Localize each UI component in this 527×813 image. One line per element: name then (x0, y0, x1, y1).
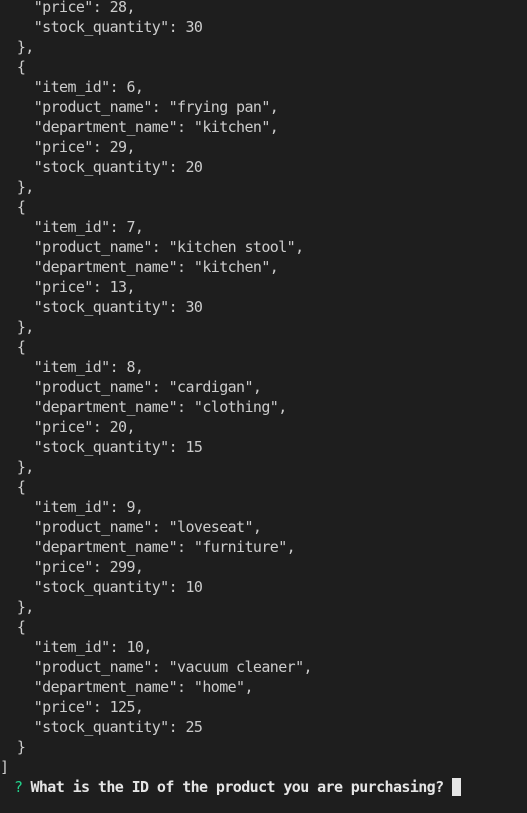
terminal-line: { (0, 618, 26, 636)
terminal-line: "stock_quantity": 25 (0, 718, 203, 736)
prompt-question-text: What is the ID of the product you are pu… (30, 778, 444, 796)
prompt-question-mark: ? (14, 778, 23, 796)
terminal-line: "product_name": "kitchen stool", (0, 238, 304, 256)
terminal-line: "stock_quantity": 30 (0, 18, 203, 36)
text-cursor[interactable] (451, 778, 461, 796)
terminal-line: }, (0, 318, 34, 336)
terminal-line: "item_id": 10, (0, 638, 153, 656)
terminal-line: ] (0, 758, 9, 776)
terminal-line: }, (0, 38, 34, 56)
terminal-line: "price": 299, (0, 558, 144, 576)
terminal-line: "stock_quantity": 10 (0, 578, 203, 596)
terminal-line: "item_id": 8, (0, 358, 144, 376)
terminal-line: "stock_quantity": 15 (0, 438, 203, 456)
terminal-line: "item_id": 7, (0, 218, 144, 236)
terminal-line: "price": 20, (0, 418, 136, 436)
terminal-line: }, (0, 598, 34, 616)
terminal-line: } (0, 738, 26, 756)
terminal-line: { (0, 338, 26, 356)
terminal-line: "item_id": 9, (0, 498, 144, 516)
terminal-line: "product_name": "cardigan", (0, 378, 262, 396)
terminal-line: "department_name": "kitchen", (0, 118, 279, 136)
terminal-line: "stock_quantity": 30 (0, 298, 203, 316)
terminal-line: "department_name": "clothing", (0, 398, 288, 416)
terminal-line: "price": 28, (0, 0, 136, 16)
terminal-line: { (0, 478, 26, 496)
terminal-line: "price": 125, (0, 698, 144, 716)
terminal-line: }, (0, 458, 34, 476)
terminal-line: "department_name": "kitchen", (0, 258, 279, 276)
terminal-line: { (0, 58, 26, 76)
terminal-line: { (0, 198, 26, 216)
terminal-line: "product_name": "loveseat", (0, 518, 262, 536)
terminal-output: "price": 28, "stock_quantity": 30 }, { "… (0, 0, 527, 797)
terminal-line: "stock_quantity": 20 (0, 158, 203, 176)
json-output: "price": 28, "stock_quantity": 30 }, { "… (0, 0, 527, 777)
terminal-window[interactable]: "price": 28, "stock_quantity": 30 }, { "… (0, 0, 527, 813)
inquirer-prompt[interactable]: ? What is the ID of the product you are … (0, 777, 527, 797)
terminal-line: "item_id": 6, (0, 78, 144, 96)
terminal-line: }, (0, 178, 34, 196)
terminal-line: "department_name": "furniture", (0, 538, 296, 556)
terminal-line: "product_name": "vacuum cleaner", (0, 658, 313, 676)
terminal-line: "price": 13, (0, 278, 136, 296)
terminal-line: "price": 29, (0, 138, 136, 156)
terminal-line: "product_name": "frying pan", (0, 98, 279, 116)
terminal-line: "department_name": "home", (0, 678, 254, 696)
